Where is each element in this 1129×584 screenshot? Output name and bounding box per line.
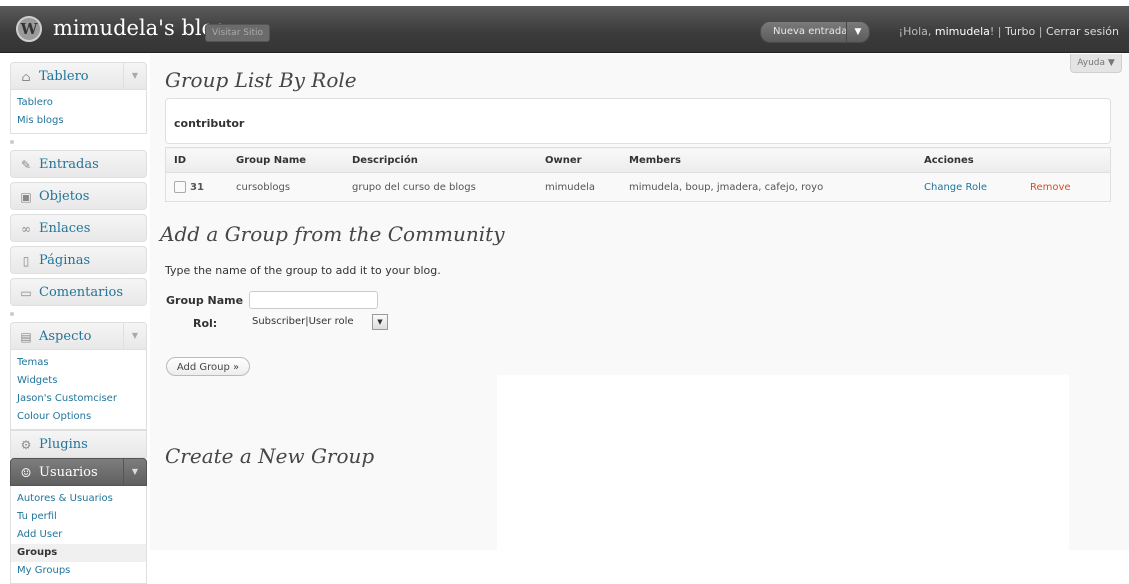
section-title-add-group: Add a Group from the Community <box>160 222 505 246</box>
menu-posts-label: Entradas <box>39 157 99 172</box>
column-header[interactable]: Descripción <box>344 147 537 173</box>
submenu-item-groups[interactable]: Groups <box>11 544 146 562</box>
menu-pages-label: Páginas <box>39 253 91 268</box>
user-info: ¡Hola, mimudela! | Turbo | Cerrar sesión <box>899 25 1119 38</box>
menu-media[interactable]: ▣ Objetos <box>10 182 147 210</box>
menu-links[interactable]: ∞ Enlaces <box>10 214 147 242</box>
new-post-label: Nueva entrada <box>773 26 848 37</box>
logout-link[interactable]: Cerrar sesión <box>1046 25 1119 38</box>
row-members: mimudela, boup, jmadera, cafejo, royo <box>629 181 824 193</box>
table-row: 31 cursoblogs grupo del curso de blogs m… <box>166 173 1111 202</box>
house-icon: ⌂ <box>21 70 31 84</box>
turbo-link[interactable]: Turbo <box>1005 25 1035 38</box>
menu-plugins[interactable]: ⚙ Plugins <box>10 430 147 458</box>
menu-toggle-icon[interactable]: ▼ <box>123 323 146 349</box>
submenu-item-themes[interactable]: Temas <box>11 354 146 372</box>
menu-appearance-label: Aspecto <box>39 329 92 344</box>
submenu-item-widgets[interactable]: Widgets <box>11 372 146 390</box>
greeting-suffix: ! | <box>989 25 1005 38</box>
comment-icon: ▭ <box>20 286 32 300</box>
menu-users-label: Usuarios <box>39 465 98 480</box>
menu-plugins-label: Plugins <box>39 437 88 452</box>
menu-comments[interactable]: ▭ Comentarios <box>10 278 147 306</box>
admin-sidebar: ⌂ Tablero ▼ Tablero Mis blogs ✎ Entradas… <box>10 62 147 584</box>
menu-dashboard-label: Tablero <box>39 69 89 84</box>
menu-users[interactable]: ☺ Usuarios ▼ <box>10 458 147 486</box>
table-header-row: ID Group Name Descripción Owner Members … <box>165 147 1111 173</box>
submenu-item-authors-users[interactable]: Autores & Usuarios <box>11 490 146 508</box>
submenu-item-dashboard[interactable]: Tablero <box>11 94 146 112</box>
wordpress-logo-icon[interactable]: W <box>16 16 42 42</box>
users-icon: ☺ <box>20 466 32 480</box>
page-title-group-list: Group List By Role <box>165 68 357 92</box>
menu-dashboard[interactable]: ⌂ Tablero ▼ <box>10 62 147 90</box>
role-name: contributor <box>174 117 245 130</box>
chevron-down-icon[interactable]: ▼ <box>372 314 388 330</box>
role-header: contributor <box>165 98 1111 144</box>
role-select[interactable]: Subscriber|User role ▼ <box>249 313 389 331</box>
menu-links-label: Enlaces <box>39 221 91 236</box>
group-name-input[interactable] <box>249 291 378 309</box>
pin-icon: ✎ <box>20 158 32 172</box>
visit-site-button[interactable]: Visitar Sitio <box>205 24 271 42</box>
admin-header: W mimudela's blog Visitar Sitio Nueva en… <box>0 6 1129 53</box>
menu-posts[interactable]: ✎ Entradas <box>10 150 147 178</box>
help-button[interactable]: Ayuda ▼ <box>1070 54 1122 73</box>
link-icon: ∞ <box>21 222 31 236</box>
add-group-button[interactable]: Add Group » <box>166 357 250 376</box>
greeting-prefix: ¡Hola, <box>898 25 935 38</box>
page-icon: ▯ <box>22 254 30 268</box>
menu-toggle-icon[interactable]: ▼ <box>123 63 146 89</box>
change-role-link[interactable]: Change Role <box>924 182 987 193</box>
row-id: 31 <box>190 182 204 193</box>
menu-separator <box>10 134 147 150</box>
column-header[interactable]: Members <box>621 147 916 173</box>
submenu-item-profile[interactable]: Tu perfil <box>11 508 146 526</box>
blank-panel <box>497 375 1069 550</box>
row-group-name: cursoblogs <box>236 181 291 193</box>
column-header[interactable]: Group Name <box>228 147 344 173</box>
submenu-item-my-blogs[interactable]: Mis blogs <box>11 112 146 130</box>
section-title-create-group: Create a New Group <box>165 444 375 468</box>
column-header: Acciones <box>916 147 1022 173</box>
media-icon: ▣ <box>20 190 32 204</box>
divider: | <box>1035 25 1046 38</box>
remove-link[interactable]: Remove <box>1030 182 1071 193</box>
submenu-dashboard: Tablero Mis blogs <box>10 90 147 134</box>
row-description: grupo del curso de blogs <box>352 181 476 193</box>
menu-toggle-icon[interactable]: ▼ <box>123 459 146 485</box>
menu-separator <box>10 306 147 322</box>
menu-comments-label: Comentarios <box>39 285 124 300</box>
chevron-down-icon[interactable]: ▼ <box>846 22 869 42</box>
user-name-link[interactable]: mimudela <box>935 25 990 38</box>
groups-table: ID Group Name Descripción Owner Members … <box>165 147 1111 202</box>
menu-appearance[interactable]: ▤ Aspecto ▼ <box>10 322 147 350</box>
row-checkbox[interactable] <box>174 181 186 193</box>
blog-name[interactable]: mimudela's blog <box>53 16 228 40</box>
plug-icon: ⚙ <box>20 438 32 452</box>
submenu-item-customiser[interactable]: Jason's Customciser <box>11 390 146 408</box>
add-group-description: Type the name of the group to add it to … <box>165 264 441 277</box>
column-header[interactable]: Owner <box>537 147 621 173</box>
role-select-value: Subscriber|User role <box>252 316 354 327</box>
submenu-item-add-user[interactable]: Add User <box>11 526 146 544</box>
menu-media-label: Objetos <box>39 189 90 204</box>
submenu-item-colour-options[interactable]: Colour Options <box>11 408 146 426</box>
role-label: Rol: <box>193 317 218 330</box>
column-header[interactable]: ID <box>165 147 228 173</box>
row-owner: mimudela <box>545 181 596 193</box>
menu-pages[interactable]: ▯ Páginas <box>10 246 147 274</box>
new-post-button[interactable]: Nueva entrada ▼ <box>760 21 870 43</box>
column-header-empty <box>1022 147 1111 173</box>
submenu-appearance: Temas Widgets Jason's Customciser Colour… <box>10 350 147 430</box>
appearance-icon: ▤ <box>20 330 32 344</box>
submenu-item-my-groups[interactable]: My Groups <box>11 562 146 580</box>
group-name-label: Group Name <box>166 294 244 307</box>
submenu-users: Autores & Usuarios Tu perfil Add User Gr… <box>10 486 147 584</box>
